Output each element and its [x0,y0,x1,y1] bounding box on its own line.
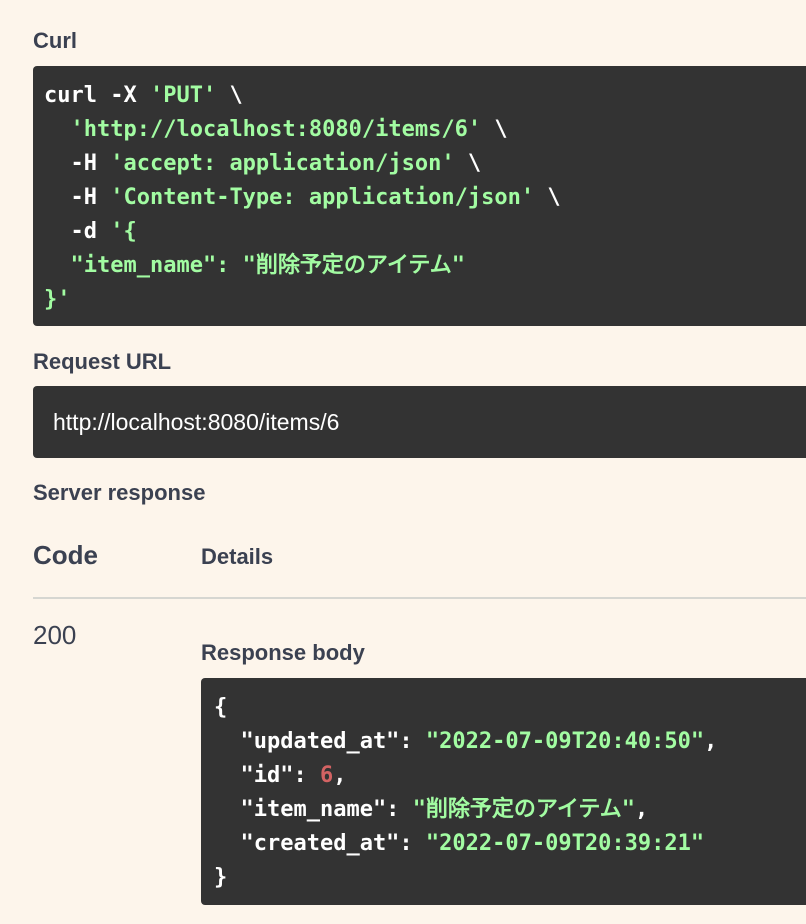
response-line: "id": 6, [214,759,806,793]
response-line-token: , [333,763,347,788]
response-line-token: { [214,695,228,720]
curl-line-token: }' [44,287,71,312]
curl-line-token: 'PUT' [149,83,217,108]
curl-line-token: \ [454,151,482,176]
curl-line-token: \ [534,185,561,210]
curl-line-token: 'accept: application/json' [110,151,455,176]
response-line-token: } [214,865,228,890]
curl-line: "item_name": "削除予定のアイテム" [44,249,806,283]
curl-line-token: -H [44,185,111,210]
curl-line-token: \ [216,83,243,108]
curl-line-token: -H [44,151,111,176]
response-line-token: , [634,797,649,822]
response-line-token: "2022-07-09T20:39:21" [425,831,705,856]
response-line: "updated_at": "2022-07-09T20:40:50", [214,725,806,759]
curl-command-block[interactable]: curl -X 'PUT' \ 'http://localhost:8080/i… [33,66,806,326]
request-url-value[interactable]: http://localhost:8080/items/6 [33,386,806,458]
response-line: { [214,691,806,725]
curl-line-token: curl -X [44,83,150,108]
curl-line-token: \ [481,117,508,142]
response-line-token: , [704,729,718,754]
response-line-token: "created_at": [214,831,426,856]
code-column-header: Code [33,540,98,570]
response-line: } [214,861,806,895]
response-line-token: "削除予定のアイテム" [412,797,635,822]
curl-line-token: -d [44,219,111,244]
curl-line-token [44,117,71,142]
curl-line: 'http://localhost:8080/items/6' \ [44,113,806,147]
curl-line-token: "item_name": "削除予定のアイテム" [44,253,465,278]
curl-line-token: 'Content-Type: application/json' [110,185,535,210]
response-body-heading: Response body [201,640,365,665]
curl-line: -H 'Content-Type: application/json' \ [44,181,806,215]
curl-line-token: '{ [110,219,137,244]
response-line: "created_at": "2022-07-09T20:39:21" [214,827,806,861]
request-url-heading: Request URL [33,349,172,374]
response-line-token: "updated_at": [214,729,426,754]
curl-line: }' [44,283,806,317]
curl-line-token: 'http://localhost:8080/items/6' [70,117,482,142]
curl-line: curl -X 'PUT' \ [44,79,806,113]
response-line: "item_name": "削除予定のアイテム", [214,793,806,827]
details-column-header: Details [201,544,274,569]
curl-line: -H 'accept: application/json' \ [44,147,806,181]
curl-heading: Curl [33,28,77,53]
response-body-block[interactable]: { "updated_at": "2022-07-09T20:40:50", "… [201,678,806,905]
table-divider [33,597,806,599]
response-line-token: "item_name": [214,797,413,822]
response-line-token: "2022-07-09T20:40:50" [425,729,705,754]
curl-line: -d '{ [44,215,806,249]
response-line-token: "id": [214,763,320,788]
response-line-token: 6 [319,763,334,788]
server-response-heading: Server response [33,480,206,505]
response-status-code: 200 [33,620,77,650]
